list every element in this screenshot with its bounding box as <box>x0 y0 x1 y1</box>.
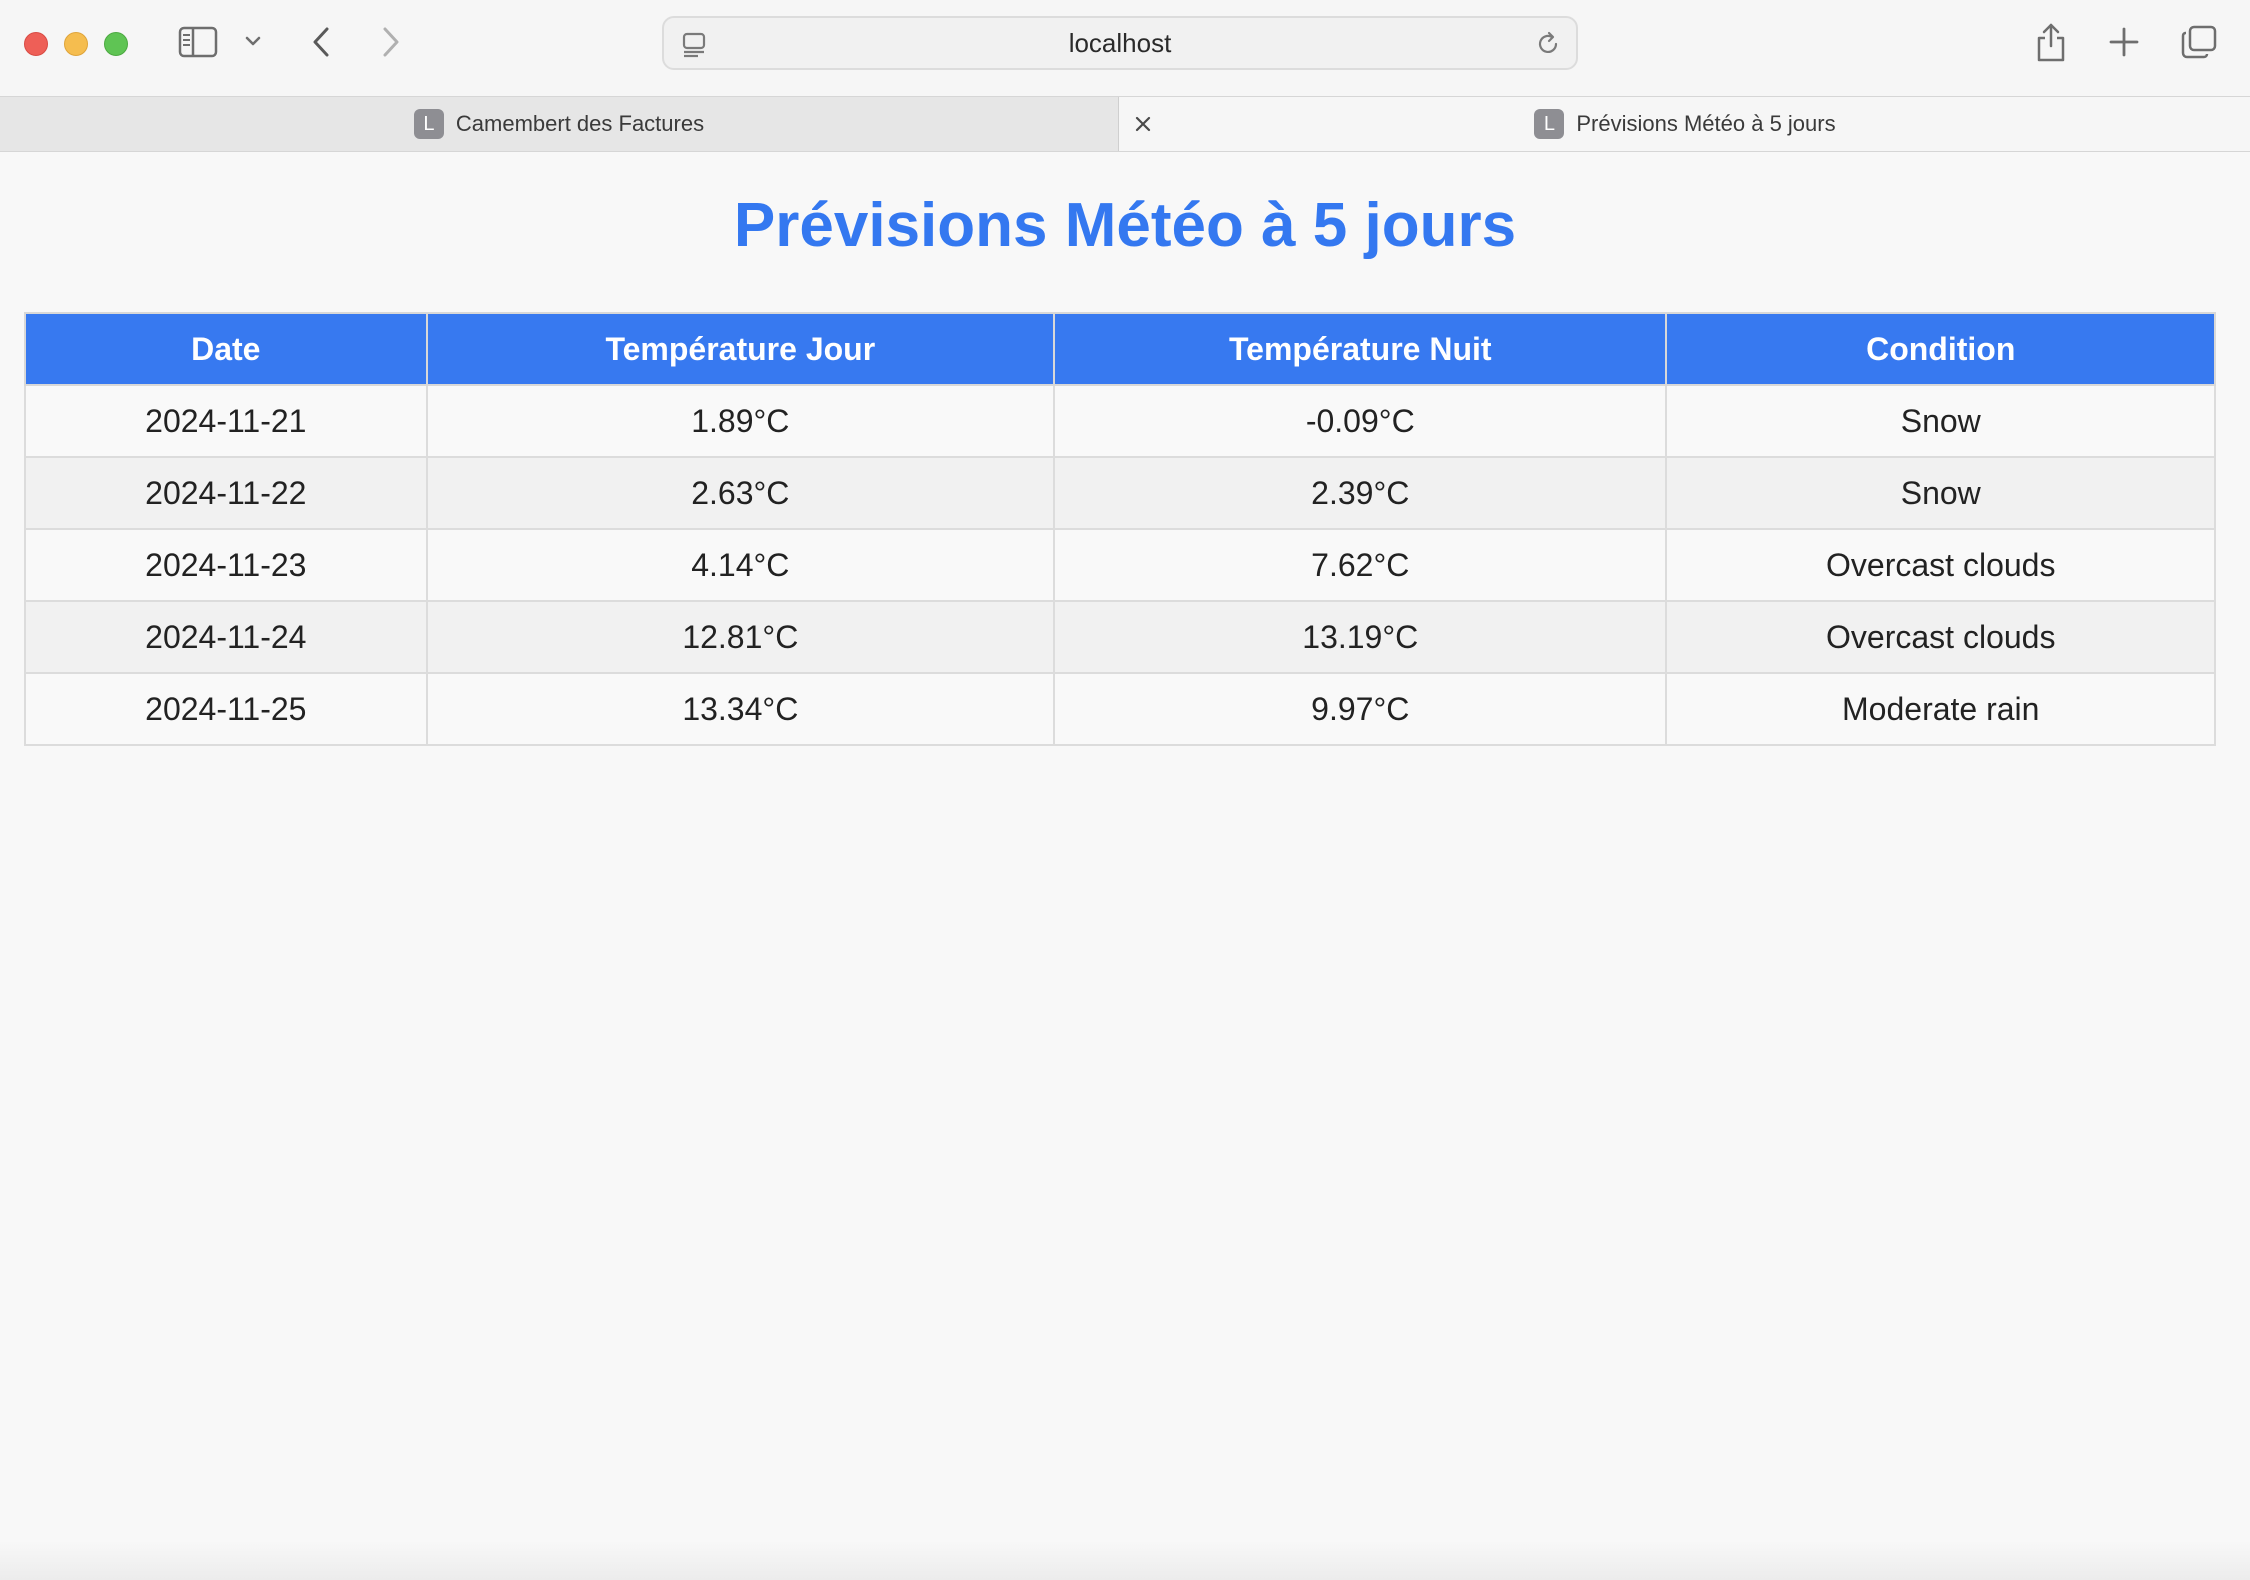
window-bottom-edge <box>0 1540 2250 1580</box>
cell-day-temperature: 13.34°C <box>425 672 1056 746</box>
column-header-date: Date <box>24 312 428 386</box>
cell-night-temperature: -0.09°C <box>1053 384 1668 458</box>
table-header-row: Date Température Jour Température Nuit C… <box>24 312 2216 386</box>
cell-night-temperature: 13.19°C <box>1053 600 1668 674</box>
browser-toolbar: localhost <box>0 0 2250 96</box>
cell-night-temperature: 9.97°C <box>1053 672 1668 746</box>
column-header-night-temperature: Température Nuit <box>1053 312 1668 386</box>
column-header-condition: Condition <box>1665 312 2216 386</box>
favicon-icon: L <box>1534 109 1565 139</box>
table-row: 2024-11-24 12.81°C 13.19°C Overcast clou… <box>24 600 2216 674</box>
page-content: Prévisions Météo à 5 jours Date Températ… <box>0 152 2250 1552</box>
tab-overview-icon[interactable] <box>2180 24 2218 60</box>
cell-condition: Overcast clouds <box>1665 600 2216 674</box>
forecast-table: Date Température Jour Température Nuit C… <box>24 312 2216 746</box>
column-header-day-temperature: Température Jour <box>425 312 1056 386</box>
table-row: 2024-11-22 2.63°C 2.39°C Snow <box>24 456 2216 530</box>
cell-date: 2024-11-22 <box>24 456 428 530</box>
close-tab-icon[interactable] <box>1130 111 1156 137</box>
cell-day-temperature: 4.14°C <box>425 528 1056 602</box>
reload-icon[interactable] <box>1534 30 1562 58</box>
tab-camembert-des-factures[interactable]: L Camembert des Factures <box>0 97 1119 151</box>
cell-date: 2024-11-25 <box>24 672 428 746</box>
table-row: 2024-11-21 1.89°C -0.09°C Snow <box>24 384 2216 458</box>
cell-day-temperature: 1.89°C <box>425 384 1056 458</box>
share-icon[interactable] <box>2034 20 2068 64</box>
back-arrow-icon[interactable] <box>308 24 334 60</box>
page-title: Prévisions Météo à 5 jours <box>733 191 1517 260</box>
cell-night-temperature: 2.39°C <box>1053 456 1668 530</box>
table-row: 2024-11-25 13.34°C 9.97°C Moderate rain <box>24 672 2216 746</box>
maximize-window-button[interactable] <box>104 32 128 56</box>
address-bar[interactable]: localhost <box>662 16 1578 70</box>
cell-day-temperature: 2.63°C <box>425 456 1056 530</box>
cell-night-temperature: 7.62°C <box>1053 528 1668 602</box>
cell-condition: Snow <box>1665 384 2216 458</box>
sidebar-toggle-icon[interactable] <box>178 26 218 58</box>
table-row: 2024-11-23 4.14°C 7.62°C Overcast clouds <box>24 528 2216 602</box>
tab-bar: L Camembert des Factures L Prévisions Mé… <box>0 96 2250 152</box>
chevron-down-icon[interactable] <box>244 34 262 48</box>
tab-previsions-meteo[interactable]: L Prévisions Météo à 5 jours <box>1120 97 2250 151</box>
cell-day-temperature: 12.81°C <box>425 600 1056 674</box>
cell-condition: Snow <box>1665 456 2216 530</box>
cell-date: 2024-11-21 <box>24 384 428 458</box>
tab-label: Camembert des Factures <box>455 111 705 136</box>
new-tab-icon[interactable] <box>2108 26 2140 58</box>
cell-condition: Moderate rain <box>1665 672 2216 746</box>
minimize-window-button[interactable] <box>64 32 88 56</box>
close-window-button[interactable] <box>24 32 48 56</box>
url-text[interactable]: localhost <box>664 18 1576 68</box>
cell-date: 2024-11-23 <box>24 528 428 602</box>
tab-label: Prévisions Météo à 5 jours <box>1576 111 1836 136</box>
cell-date: 2024-11-24 <box>24 600 428 674</box>
forward-arrow-icon[interactable] <box>378 24 404 60</box>
favicon-icon: L <box>413 109 444 139</box>
cell-condition: Overcast clouds <box>1665 528 2216 602</box>
